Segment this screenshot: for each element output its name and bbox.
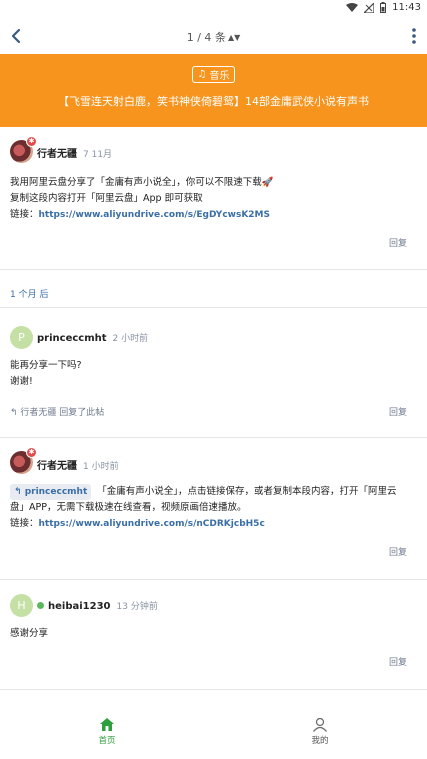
post-time: 7 11月 <box>83 150 113 160</box>
post-line: 「金庸有声小说全」，点击链接保存，或者复制本段内容，打开「阿里云 <box>97 486 397 497</box>
avatar[interactable]: ✱ <box>10 136 37 163</box>
group-badge-icon: ✱ <box>26 136 37 147</box>
post-line: 复制这段内容打开「阿里云盘」App 即可获取 <box>10 193 203 204</box>
post-line: 盘」APP，无需下载极速在线查看，视频原画倍速播放。 <box>10 502 247 513</box>
more-vertical-icon[interactable] <box>411 27 417 45</box>
post-item: H heibai1230 13 分钟前 感谢分享 回复 <box>0 580 427 690</box>
nav-home[interactable]: 首页 <box>77 717 137 746</box>
nav-profile[interactable]: 我的 <box>290 717 350 746</box>
post-line: 我用阿里云盘分享了「金庸有声小说全」，你可以不限速下载🚀 <box>10 177 274 188</box>
signal-icon <box>364 2 375 13</box>
wifi-icon <box>346 2 359 12</box>
avatar[interactable]: P <box>10 326 33 349</box>
post-line: 谢谢! <box>10 376 33 387</box>
home-icon <box>100 718 114 731</box>
avatar[interactable]: ✱ <box>10 447 37 474</box>
nav-profile-label: 我的 <box>311 736 329 746</box>
post-author[interactable]: 行者无疆 7 11月 <box>37 145 112 160</box>
post-time: 1 小时前 <box>83 462 119 472</box>
reply-button[interactable]: 回复 <box>389 236 407 249</box>
post-line: 感谢分享 <box>10 628 49 639</box>
reply-button[interactable]: 回复 <box>389 655 407 668</box>
bottom-nav: 首页 我的 <box>0 695 427 759</box>
post-line: 能再分享一下吗? <box>10 360 82 371</box>
post-author[interactable]: 行者无疆 1 小时前 <box>37 457 119 472</box>
online-status-icon <box>37 602 44 609</box>
reply-button[interactable]: 回复 <box>389 405 407 418</box>
mention-chip[interactable]: ↰ princeccmht <box>10 484 92 500</box>
reply-to-label: 行者无疆 回复了此帖 <box>20 408 105 418</box>
post-body: ↰ princeccmht 「金庸有声小说全」，点击链接保存，或者复制本段内容，打… <box>10 484 417 532</box>
sort-updown-icon: ▲▼ <box>227 33 241 42</box>
nav-home-label: 首页 <box>98 736 116 746</box>
link-label: 链接： <box>10 209 39 220</box>
share-link[interactable]: https://www.aliyundrive.com/s/EgDYcwsK2M… <box>39 210 270 220</box>
pager-label: 1 / 4 条 <box>186 31 226 44</box>
discussion-header: ♫ 音乐 【飞雪连天射白鹿，笑书神侠倚碧鸳】14部金庸武侠小说有声书 <box>0 54 427 127</box>
group-badge-icon: ✱ <box>26 447 37 458</box>
avatar[interactable]: H <box>10 594 33 617</box>
link-label: 链接： <box>10 518 39 529</box>
discussion-title: 【飞雪连天射白鹿，笑书神侠倚碧鸳】14部金庸武侠小说有声书 <box>58 95 369 108</box>
battery-icon <box>380 2 387 13</box>
post-body: 能再分享一下吗? 谢谢! <box>10 358 417 390</box>
status-bar: 11:43 <box>0 0 427 18</box>
reply-button[interactable]: 回复 <box>389 545 407 558</box>
category-label: 音乐 <box>209 71 230 82</box>
user-icon <box>313 717 327 732</box>
clock: 11:43 <box>392 2 421 13</box>
post-item: ✱ 行者无疆 1 小时前 ↰ princeccmht 「金庸有声小说全」，点击链接保… <box>0 438 427 580</box>
post-author[interactable]: princeccmht 2 小时前 <box>37 331 148 344</box>
time-gap-label: 1 个月 后 <box>10 290 49 300</box>
post-time: 13 分钟前 <box>116 602 158 612</box>
post-item: ✱ 行者无疆 7 11月 我用阿里云盘分享了「金庸有声小说全」，你可以不限速下载🚀… <box>0 127 427 270</box>
post-author[interactable]: heibai1230 13 分钟前 <box>37 599 158 612</box>
reply-arrow-icon: ↰ <box>10 408 18 418</box>
post-body: 感谢分享 <box>10 626 417 642</box>
post-body: 我用阿里云盘分享了「金庸有声小说全」，你可以不限速下载🚀 复制这段内容打开「阿里… <box>10 175 417 223</box>
post-pager[interactable]: 1 / 4 条 ▲▼ <box>0 29 427 45</box>
share-link[interactable]: https://www.aliyundrive.com/s/nCDRKjcbH5… <box>39 519 265 529</box>
reply-to-link[interactable]: ↰ 行者无疆 回复了此帖 <box>10 405 104 418</box>
top-bar: 1 / 4 条 ▲▼ <box>0 18 427 54</box>
music-note-icon: ♫ <box>197 69 207 80</box>
post-time: 2 小时前 <box>112 334 149 344</box>
category-tag[interactable]: ♫ 音乐 <box>191 66 236 83</box>
post-item: P princeccmht 2 小时前 能再分享一下吗? 谢谢! ↰ 行者无疆 回… <box>0 308 427 438</box>
